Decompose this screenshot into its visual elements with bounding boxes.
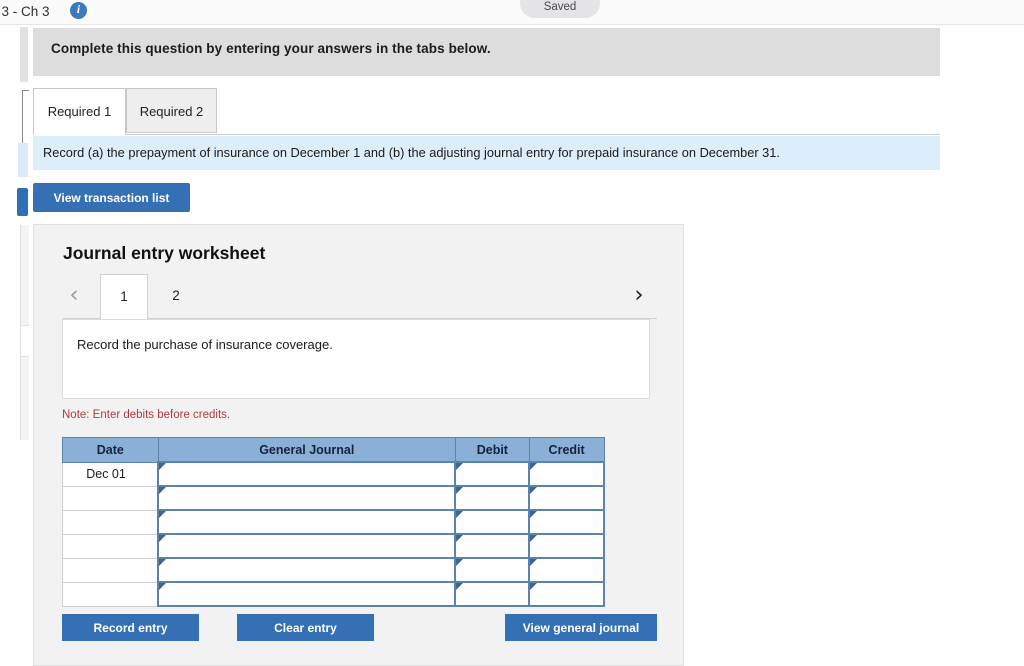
worksheet-title: Journal entry worksheet xyxy=(63,243,266,263)
entry-description-box: Record the purchase of insurance coverag… xyxy=(62,319,650,399)
chevron-left-icon[interactable]: ‹ xyxy=(61,273,87,317)
instruction-banner: Complete this question by entering your … xyxy=(33,28,940,76)
record-entry-button[interactable]: Record entry xyxy=(62,614,199,641)
status-badge-saved: Saved xyxy=(520,0,600,18)
date-cell[interactable] xyxy=(62,533,159,559)
general-journal-table: Date General Journal Debit Credit Dec 01 xyxy=(62,437,605,607)
tab-required-1[interactable]: Required 1 xyxy=(33,88,126,135)
credit-input[interactable] xyxy=(528,509,605,535)
tab-required-2[interactable]: Required 2 xyxy=(126,88,217,133)
screen-root: t 3 - Ch 3 i Saved Complete this questio… xyxy=(0,0,1024,666)
credit-input[interactable] xyxy=(528,557,605,583)
cutoff-band-box xyxy=(20,325,29,357)
general-journal-input[interactable] xyxy=(157,461,457,487)
column-header-general-journal: General Journal xyxy=(157,437,456,463)
top-bar: t 3 - Ch 3 i Saved xyxy=(0,0,1024,25)
table-row xyxy=(62,533,605,559)
debit-input[interactable] xyxy=(454,461,531,487)
info-icon[interactable]: i xyxy=(70,2,87,19)
journal-entry-worksheet-card: Journal entry worksheet ‹ 1 2 › Record t… xyxy=(33,224,684,666)
credit-input[interactable] xyxy=(528,581,605,607)
table-row: Dec 01 xyxy=(62,461,605,487)
entry-description-text: Record the purchase of insurance coverag… xyxy=(77,337,333,352)
question-prompt-text: Record (a) the prepayment of insurance o… xyxy=(43,145,780,160)
page-tab-1[interactable]: 1 xyxy=(100,274,148,319)
column-header-debit: Debit xyxy=(454,437,530,463)
credit-input[interactable] xyxy=(528,485,605,511)
cutoff-band-instruction xyxy=(20,27,28,82)
column-header-credit: Credit xyxy=(528,437,605,463)
cutoff-band-tab xyxy=(22,90,29,143)
credit-input[interactable] xyxy=(528,533,605,559)
instruction-text: Complete this question by entering your … xyxy=(51,41,491,56)
required-tabstrip: Required 1 Required 2 xyxy=(33,88,940,135)
general-journal-input[interactable] xyxy=(157,485,457,511)
worksheet-pager: ‹ 1 2 › xyxy=(34,273,685,319)
debit-input[interactable] xyxy=(454,509,531,535)
general-journal-input[interactable] xyxy=(157,557,457,583)
view-general-journal-button[interactable]: View general journal xyxy=(505,614,657,641)
cutoff-band-prompt xyxy=(18,143,28,177)
view-transaction-list-button[interactable]: View transaction list xyxy=(33,183,190,212)
credit-input[interactable] xyxy=(528,461,605,487)
date-cell[interactable] xyxy=(62,557,159,583)
table-head: Date General Journal Debit Credit xyxy=(62,437,605,463)
general-journal-input[interactable] xyxy=(157,533,457,559)
table-row xyxy=(62,509,605,535)
debit-input[interactable] xyxy=(454,533,531,559)
general-journal-input[interactable] xyxy=(157,509,457,535)
table-body: Dec 01 xyxy=(62,461,605,607)
debit-input[interactable] xyxy=(454,581,531,607)
date-cell[interactable]: Dec 01 xyxy=(62,461,159,487)
table-row xyxy=(62,581,605,607)
debit-input[interactable] xyxy=(454,557,531,583)
table-row xyxy=(62,557,605,583)
table-header-row: Date General Journal Debit Credit xyxy=(62,437,605,463)
date-cell[interactable] xyxy=(62,509,159,535)
page-tab-2[interactable]: 2 xyxy=(156,274,196,319)
cutoff-band-button xyxy=(17,188,28,216)
clear-entry-button[interactable]: Clear entry xyxy=(237,614,374,641)
page-title: t 3 - Ch 3 xyxy=(0,4,50,19)
date-cell[interactable] xyxy=(62,485,159,511)
chevron-right-icon[interactable]: › xyxy=(626,273,652,317)
question-prompt-bar: Record (a) the prepayment of insurance o… xyxy=(33,136,940,170)
debit-input[interactable] xyxy=(454,485,531,511)
left-edge-cutoff-strip xyxy=(0,25,29,666)
general-journal-input[interactable] xyxy=(157,581,457,607)
table-row xyxy=(62,485,605,511)
tabstrip-baseline xyxy=(33,134,940,135)
date-cell[interactable] xyxy=(62,581,159,607)
debits-before-credits-note: Note: Enter debits before credits. xyxy=(62,409,231,421)
column-header-date: Date xyxy=(62,437,159,463)
